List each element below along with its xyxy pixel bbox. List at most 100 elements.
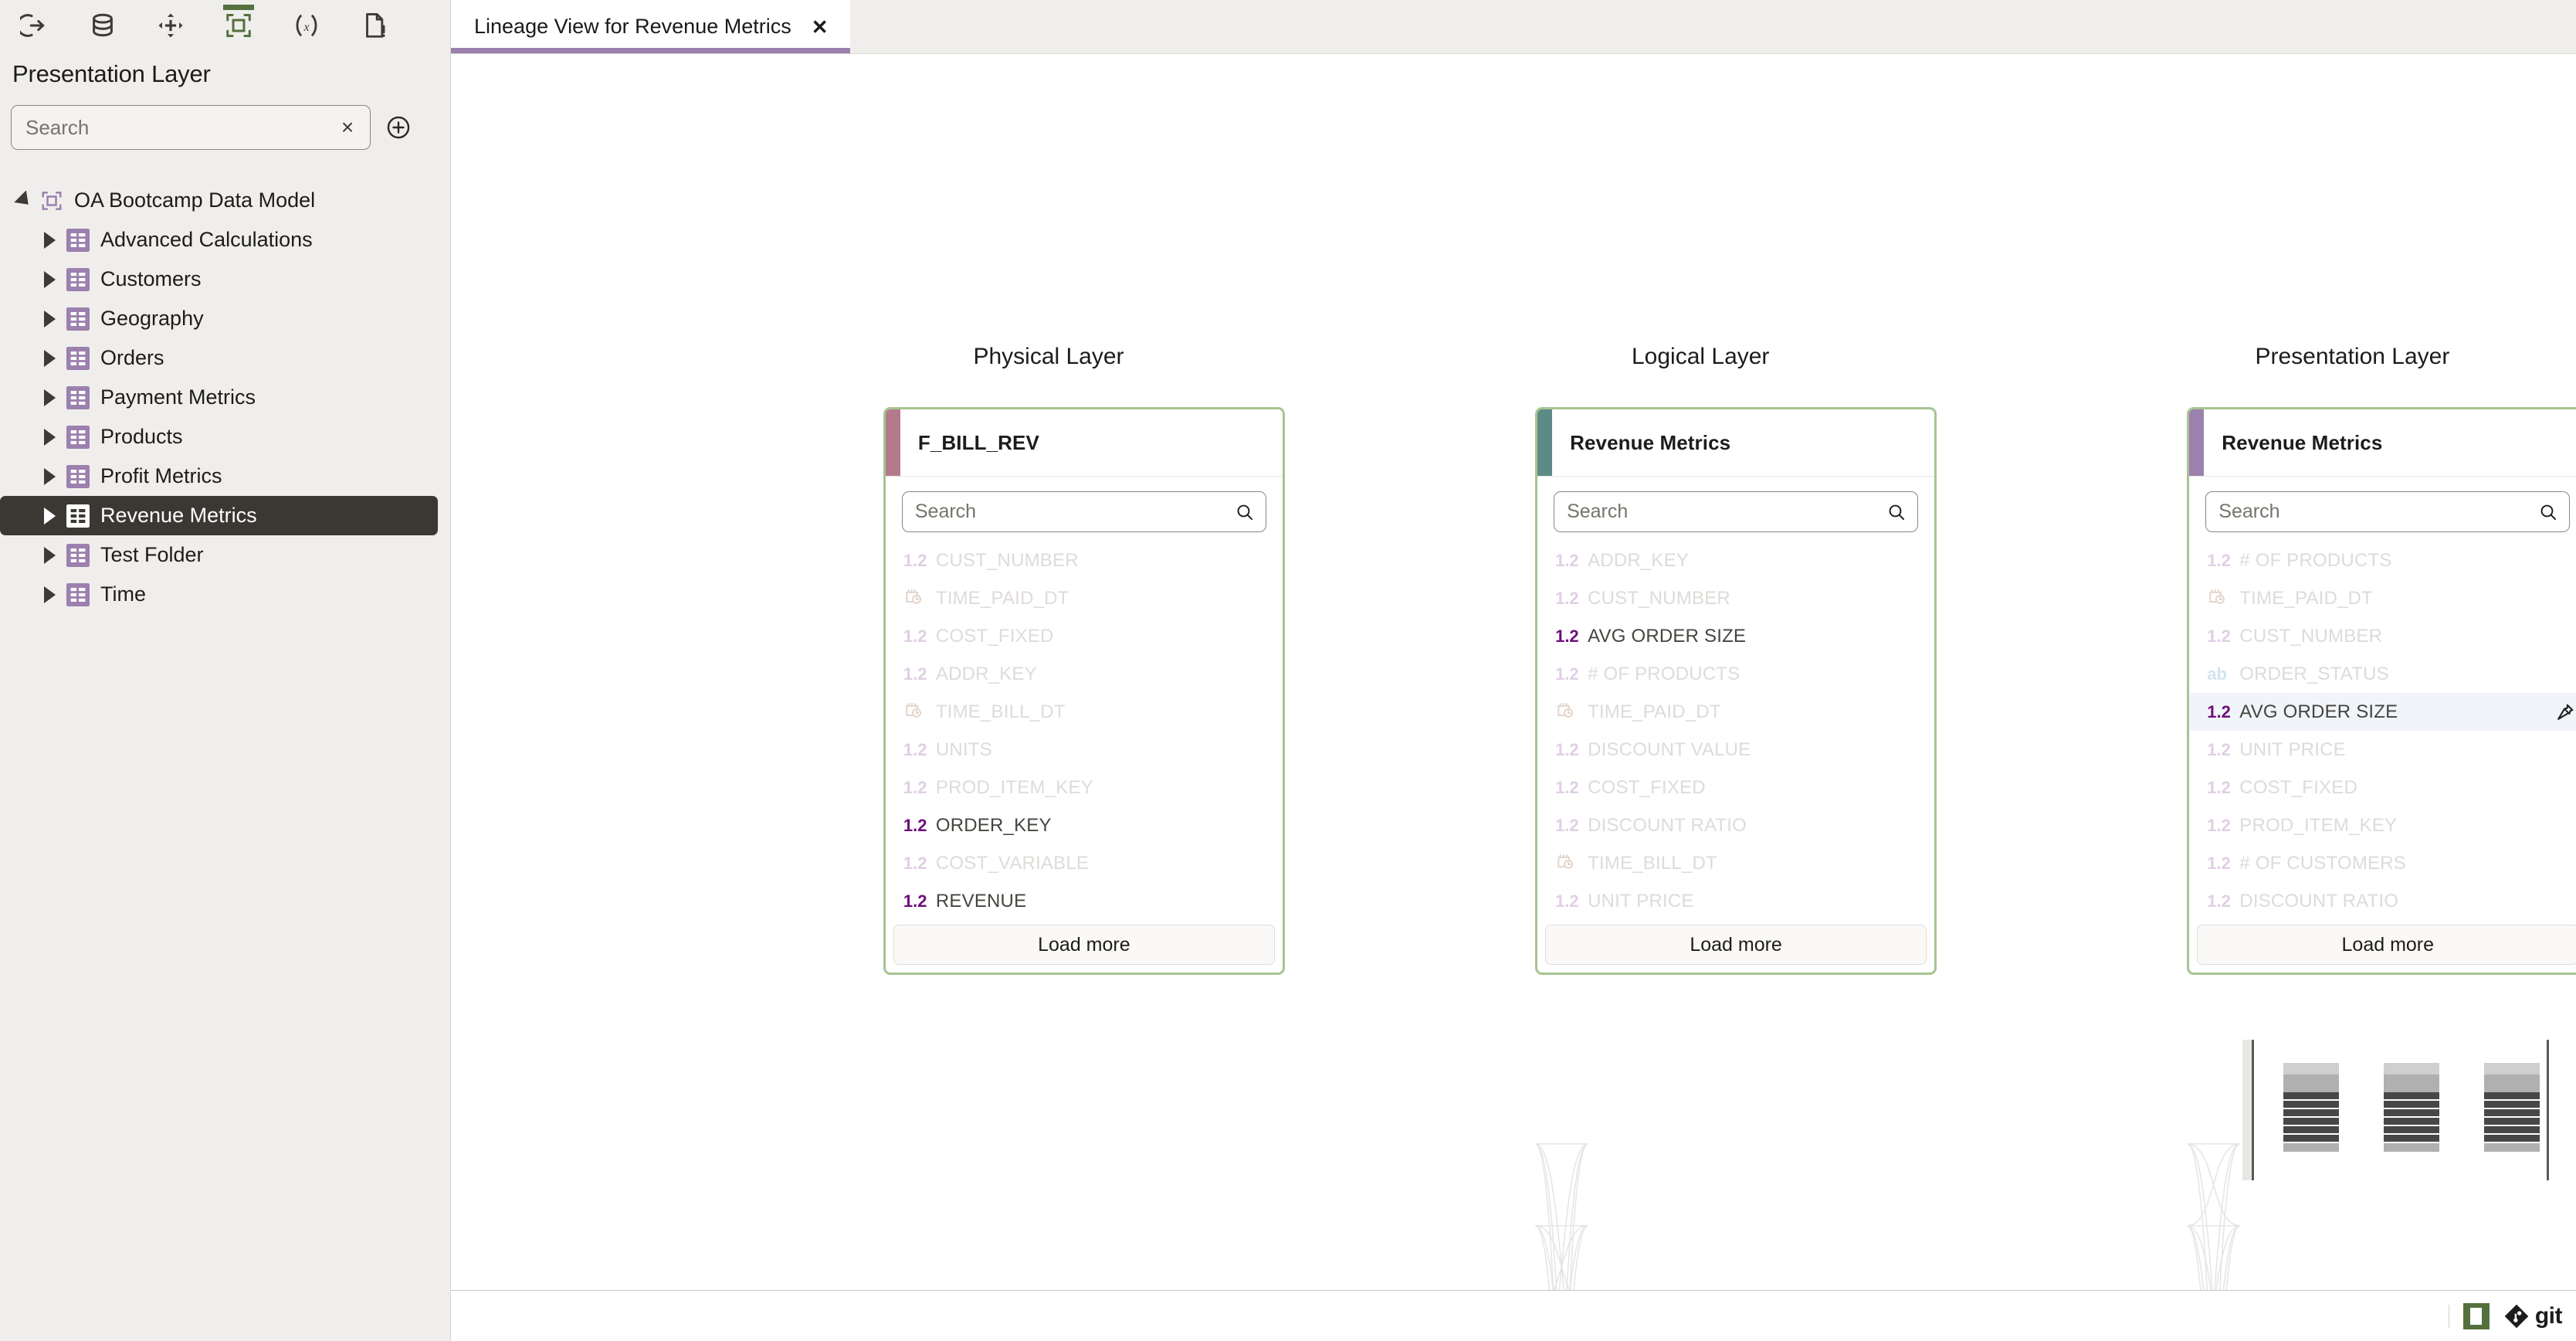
load-more-button[interactable]: Load more bbox=[2197, 925, 2576, 965]
field-type-icon: 1.2 bbox=[1555, 626, 1588, 647]
field-row[interactable]: 1.2 DISCOUNT RATIO bbox=[2189, 882, 2576, 920]
field-row[interactable]: 1.2 DISCOUNT RATIO bbox=[1537, 806, 1934, 844]
sidebar-item-advanced-calculations[interactable]: Advanced Calculations bbox=[0, 220, 450, 260]
chevron-right-icon[interactable] bbox=[34, 349, 65, 367]
load-more-button[interactable]: Load more bbox=[1545, 925, 1927, 965]
field-row[interactable]: 1.2 # OF PRODUCTS bbox=[2189, 541, 2576, 579]
field-row[interactable]: 1.2 PROD_ITEM_KEY bbox=[2189, 806, 2576, 844]
field-row[interactable]: 1.2 COST_FIXED bbox=[1537, 769, 1934, 806]
field-row[interactable]: 1.2 UNIT PRICE bbox=[1537, 882, 1934, 920]
chevron-right-icon[interactable] bbox=[34, 586, 65, 603]
folder-table-icon bbox=[65, 267, 91, 291]
field-row[interactable]: 1.2 REVENUE bbox=[886, 882, 1283, 920]
folder-table-icon bbox=[65, 543, 91, 567]
sidebar-item-time[interactable]: Time bbox=[0, 575, 450, 614]
sidebar-item-label: Advanced Calculations bbox=[100, 228, 313, 251]
field-row[interactable]: 1.2 PROD_ITEM_KEY bbox=[886, 769, 1283, 806]
lineage-card-physical[interactable]: F_BILL_REV 1.2CUST_NUMBER TIME_PAID_DT1.… bbox=[883, 407, 1285, 975]
minimap-card bbox=[2484, 1063, 2540, 1152]
document-issues-icon[interactable] bbox=[351, 2, 398, 49]
move-icon[interactable] bbox=[147, 2, 195, 49]
datetime-type-icon bbox=[2207, 586, 2227, 611]
lineage-card-logical[interactable]: Revenue Metrics 1.2 ADDR_KEY 1.2 CUST_NUMBE… bbox=[1535, 407, 1937, 975]
sidebar-item-test-folder[interactable]: Test Folder bbox=[0, 535, 450, 575]
field-row[interactable]: TIME_PAID_DT bbox=[886, 579, 1283, 617]
sidebar-item-revenue-metrics[interactable]: Revenue Metrics bbox=[0, 496, 438, 535]
field-row[interactable]: 1.2 ORDER_KEY bbox=[886, 806, 1283, 844]
sidebar-item-products[interactable]: Products bbox=[0, 417, 450, 457]
field-row[interactable]: 1.2 CUST_NUMBER bbox=[1537, 579, 1934, 617]
chevron-right-icon[interactable] bbox=[34, 231, 65, 249]
field-row[interactable]: 1.2 DISCOUNT VALUE bbox=[1537, 731, 1934, 769]
number-type-icon: 1.2 bbox=[903, 777, 927, 797]
search-input[interactable] bbox=[12, 106, 370, 149]
card-search-input[interactable] bbox=[2206, 492, 2570, 531]
field-row[interactable]: 1.2 COST_VARIABLE bbox=[886, 844, 1283, 882]
card-field-list: 1.2 ADDR_KEY 1.2 CUST_NUMBER 1.2 AVG ORDER SI… bbox=[1537, 540, 1934, 920]
field-row[interactable]: TIME_BILL_DT bbox=[886, 693, 1283, 731]
lineage-canvas[interactable]: Physical Layer Logical Layer Presentation … bbox=[451, 54, 2576, 1290]
search-icon[interactable] bbox=[1886, 502, 1907, 522]
number-type-icon: 1.2 bbox=[1555, 815, 1579, 835]
sidebar-item-payment-metrics[interactable]: Payment Metrics bbox=[0, 378, 450, 417]
field-row[interactable]: 1.2 UNITS bbox=[886, 731, 1283, 769]
field-row[interactable]: 1.2 COST_FIXED bbox=[886, 617, 1283, 655]
field-row[interactable]: TIME_PAID_DT bbox=[2189, 579, 2576, 617]
close-icon[interactable]: ✕ bbox=[812, 17, 829, 37]
field-name: DISCOUNT RATIO bbox=[1588, 814, 1747, 836]
lineage-card-presentation[interactable]: Revenue Metrics 1.2 # OF PRODUCTS TIME_PA… bbox=[2187, 407, 2576, 975]
minimap[interactable] bbox=[2252, 1040, 2549, 1180]
sidebar-item-profit-metrics[interactable]: Profit Metrics bbox=[0, 457, 450, 496]
search-icon[interactable] bbox=[2538, 502, 2558, 522]
model-icon bbox=[39, 189, 65, 212]
layer-title-physical-layer: Physical Layer bbox=[973, 344, 1124, 369]
clear-search-icon[interactable]: × bbox=[336, 116, 359, 139]
presentation-layer-icon[interactable] bbox=[215, 2, 263, 49]
load-more-button[interactable]: Load more bbox=[893, 925, 1275, 965]
database-icon[interactable] bbox=[79, 2, 127, 49]
chevron-right-icon[interactable] bbox=[34, 507, 65, 525]
card-field-list: 1.2 CUST_NUMBER TIME_PAID_DT 1.2 COST_FIXED… bbox=[886, 540, 1283, 920]
variables-icon[interactable]: x bbox=[283, 2, 330, 49]
chevron-right-icon[interactable] bbox=[34, 467, 65, 485]
pin-icon[interactable] bbox=[2555, 702, 2575, 722]
field-row[interactable]: 1.2 COST_FIXED bbox=[2189, 769, 2576, 806]
status-bar: git bbox=[451, 1290, 2576, 1341]
field-row[interactable]: 1.2 CUST_NUMBER bbox=[886, 541, 1283, 579]
card-search-input[interactable] bbox=[1554, 492, 1918, 531]
sidebar-item-geography[interactable]: Geography bbox=[0, 299, 450, 338]
field-row[interactable]: 1.2 AVG ORDER SIZE bbox=[2189, 693, 2576, 731]
lineage-edge bbox=[2187, 1144, 2239, 1290]
number-type-icon: 1.2 bbox=[1555, 588, 1579, 608]
field-type-icon: 1.2 bbox=[903, 664, 936, 684]
field-row[interactable]: 1.2 # OF CUSTOMERS bbox=[2189, 844, 2576, 882]
field-row[interactable]: 1.2 ADDR_KEY bbox=[1537, 541, 1934, 579]
add-button[interactable] bbox=[381, 110, 415, 144]
card-search-input[interactable] bbox=[902, 492, 1266, 531]
chevron-right-icon[interactable] bbox=[34, 389, 65, 406]
search-icon[interactable] bbox=[1235, 502, 1255, 522]
chevron-right-icon[interactable] bbox=[34, 310, 65, 328]
field-row[interactable]: 1.2 AVG ORDER SIZE bbox=[1537, 617, 1934, 655]
vcs-status[interactable]: git bbox=[2503, 1303, 2563, 1329]
field-row[interactable]: 1.2 ADDR_KEY bbox=[886, 655, 1283, 693]
number-type-icon: 1.2 bbox=[2207, 891, 2231, 911]
field-row[interactable]: ab ORDER_STATUS bbox=[2189, 655, 2576, 693]
field-row[interactable]: TIME_PAID_DT bbox=[1537, 693, 1934, 731]
sidebar-item-oa-bootcamp-data-model[interactable]: OA Bootcamp Data Model bbox=[0, 181, 450, 220]
back-to-model-icon[interactable] bbox=[11, 2, 59, 49]
number-type-icon: 1.2 bbox=[903, 853, 927, 873]
chevron-right-icon[interactable] bbox=[34, 270, 65, 288]
field-name: # OF PRODUCTS bbox=[2239, 549, 2392, 571]
field-row[interactable]: 1.2 UNIT PRICE bbox=[2189, 731, 2576, 769]
sidebar-item-customers[interactable]: Customers bbox=[0, 260, 450, 299]
field-row[interactable]: 1.2 # OF PRODUCTS bbox=[1537, 655, 1934, 693]
field-row[interactable]: TIME_BILL_DT bbox=[1537, 844, 1934, 882]
chevron-right-icon[interactable] bbox=[34, 546, 65, 564]
chevron-down-icon[interactable] bbox=[8, 190, 39, 211]
tab-lineage-view[interactable]: Lineage View for Revenue Metrics ✕ bbox=[451, 0, 850, 53]
chevron-right-icon[interactable] bbox=[34, 428, 65, 446]
panel-toggle-icon[interactable] bbox=[2462, 1302, 2490, 1329]
sidebar-item-orders[interactable]: Orders bbox=[0, 338, 450, 378]
field-row[interactable]: 1.2 CUST_NUMBER bbox=[2189, 617, 2576, 655]
